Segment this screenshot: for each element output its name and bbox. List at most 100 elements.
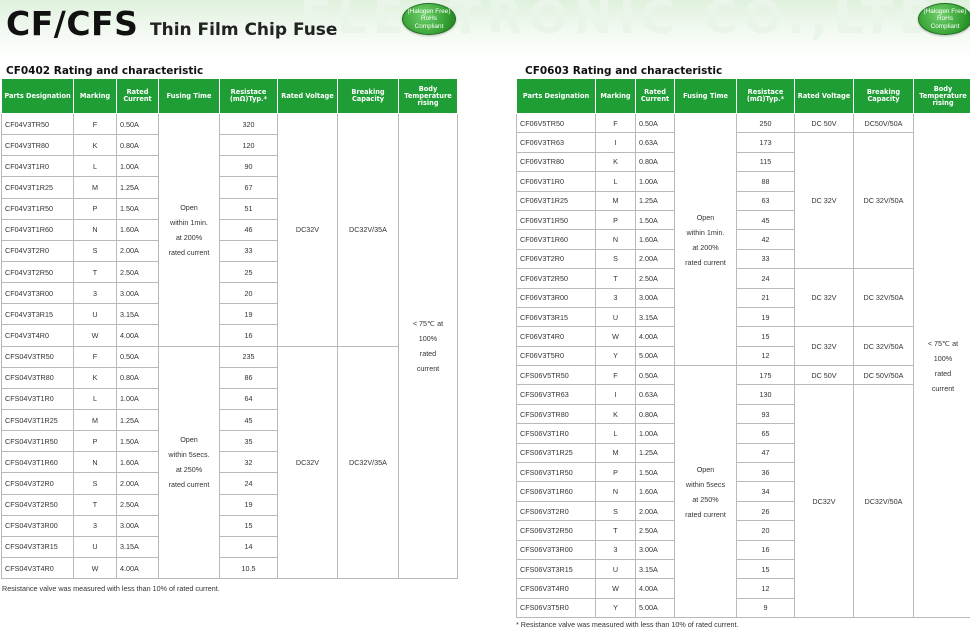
marking-cell: N bbox=[73, 218, 117, 241]
part-designation-cell: CFS04V3T2R50 bbox=[1, 493, 74, 516]
footnote: * Resistance valve was measured with les… bbox=[516, 620, 739, 629]
part-designation-cell: CF06V3T4R0 bbox=[516, 326, 596, 347]
cell-line: 100% bbox=[933, 353, 953, 363]
part-designation-cell: CF06V3T3R15 bbox=[516, 306, 596, 328]
cell-line: within 5secs bbox=[685, 479, 726, 489]
cf0402-table-body: CF04V3TR50 F 0.50A Open within 1min. at 200% r… bbox=[1, 112, 458, 580]
cell-line: Open bbox=[696, 212, 715, 222]
part-designation-cell: CFS06V3TR80 bbox=[516, 403, 596, 425]
fusing-time-cell: Open within 5secs. at 250% rated current bbox=[158, 345, 220, 580]
marking-cell: L bbox=[595, 171, 636, 192]
rated-voltage-cell: DC32V bbox=[794, 384, 854, 619]
column-header: Rated Current bbox=[635, 78, 675, 114]
resistance-cell: 90 bbox=[219, 155, 278, 178]
rohs-badge: (Halogen Free) RoHs Compliant bbox=[402, 3, 456, 35]
cell-line: within 1min. bbox=[686, 227, 725, 237]
rated-current-cell: 1.50A bbox=[635, 462, 675, 483]
part-designation-cell: CFS04V3T4R0 bbox=[1, 556, 74, 580]
badge-line: (Halogen Free) bbox=[923, 7, 967, 15]
marking-cell: M bbox=[595, 190, 636, 211]
marking-cell: T bbox=[73, 493, 117, 516]
marking-cell: P bbox=[73, 197, 117, 220]
column-header: Fusing Time bbox=[674, 78, 737, 114]
marking-cell: S bbox=[595, 248, 636, 270]
rated-current-cell: 1.60A bbox=[635, 481, 675, 502]
resistance-cell: 15 bbox=[736, 558, 795, 580]
resistance-cell: 250 bbox=[736, 112, 795, 134]
marking-cell: N bbox=[73, 451, 117, 474]
product-subtitle: Thin Film Chip Fuse bbox=[150, 20, 338, 40]
part-designation-cell: CFS04V3TR50 bbox=[1, 345, 74, 368]
marking-cell: T bbox=[595, 520, 636, 541]
marking-cell: U bbox=[595, 558, 636, 580]
resistance-cell: 20 bbox=[736, 520, 795, 541]
cell-line: current bbox=[931, 383, 955, 393]
part-designation-cell: CF04V3T3R00 bbox=[1, 282, 74, 305]
resistance-cell: 19 bbox=[219, 493, 278, 516]
part-designation-cell: CF06V5TR50 bbox=[516, 112, 596, 134]
table-row: CF06V3TR63 I 0.63A 173 DC 32V DC 32V/50A bbox=[516, 132, 970, 270]
part-designation-cell: CFS04V3T3R15 bbox=[1, 535, 74, 558]
table-row: CF06V3T2R50 T 2.50A 24 DC 32V DC 32V/50A bbox=[516, 268, 970, 328]
marking-cell: F bbox=[73, 345, 117, 368]
resistance-cell: 16 bbox=[219, 324, 278, 347]
part-designation-cell: CF06V3T5R0 bbox=[516, 345, 596, 367]
series-title: CF/CFS bbox=[6, 4, 139, 43]
resistance-cell: 10.5 bbox=[219, 556, 278, 580]
breaking-capacity-cell: DC 50V/50A bbox=[853, 365, 914, 386]
resistance-cell: 14 bbox=[219, 535, 278, 558]
rated-current-cell: 0.50A bbox=[116, 112, 159, 136]
resistance-cell: 21 bbox=[736, 287, 795, 308]
part-designation-cell: CF06V3T3R00 bbox=[516, 287, 596, 308]
part-designation-cell: CF06V3TR63 bbox=[516, 132, 596, 153]
rated-current-cell: 1.60A bbox=[116, 218, 159, 241]
part-designation-cell: CFS06V3T2R0 bbox=[516, 500, 596, 522]
resistance-cell: 88 bbox=[736, 171, 795, 192]
part-designation-cell: CFS04V3T1R60 bbox=[1, 451, 74, 474]
rated-current-cell: 0.50A bbox=[635, 365, 675, 386]
rated-current-cell: 3.00A bbox=[635, 539, 675, 560]
cell-line: rated current bbox=[685, 257, 726, 267]
rated-current-cell: 5.00A bbox=[635, 345, 675, 367]
table-row: CF04V3TR50 F 0.50A Open within 1min. at 200% r… bbox=[1, 112, 458, 580]
cell-line: Open bbox=[180, 435, 198, 445]
marking-cell: F bbox=[595, 112, 636, 134]
rated-current-cell: 1.50A bbox=[116, 430, 159, 453]
part-designation-cell: CF04V3T1R60 bbox=[1, 218, 74, 241]
part-designation-cell: CFS06V5TR50 bbox=[516, 365, 596, 386]
column-header: Body Temperature rising bbox=[913, 78, 970, 114]
rated-current-cell: 2.50A bbox=[116, 260, 159, 284]
resistance-cell: 36 bbox=[736, 462, 795, 483]
resistance-cell: 34 bbox=[736, 481, 795, 502]
marking-cell: L bbox=[73, 387, 117, 410]
rated-current-cell: 4.00A bbox=[635, 578, 675, 599]
marking-cell: L bbox=[595, 423, 636, 444]
resistance-cell: 42 bbox=[736, 229, 795, 250]
cf0603-section-title: CF0603 Rating and characteristic bbox=[525, 65, 723, 77]
resistance-cell: 20 bbox=[219, 282, 278, 305]
resistance-cell: 46 bbox=[219, 218, 278, 241]
marking-cell: M bbox=[595, 442, 636, 464]
column-header: Marking bbox=[595, 78, 636, 114]
part-designation-cell: CFS06V3T1R25 bbox=[516, 442, 596, 464]
column-header: Fusing Time bbox=[158, 78, 220, 114]
marking-cell: 3 bbox=[73, 514, 117, 537]
cell-line: rated current bbox=[168, 480, 210, 490]
part-designation-cell: CFS04V3TR80 bbox=[1, 366, 74, 389]
resistance-cell: 45 bbox=[736, 209, 795, 231]
rated-current-cell: 3.15A bbox=[635, 558, 675, 580]
badge-line: Compliant bbox=[414, 22, 444, 30]
marking-cell: I bbox=[595, 384, 636, 405]
table-row: CF06V3T4R0 W 4.00A 15 DC 32V DC 32V/50A bbox=[516, 326, 970, 367]
marking-cell: L bbox=[73, 155, 117, 178]
rated-voltage-cell: DC32V bbox=[277, 345, 338, 580]
rated-current-cell: 4.00A bbox=[635, 326, 675, 347]
marking-cell: T bbox=[595, 268, 636, 289]
marking-cell: S bbox=[595, 500, 636, 522]
part-designation-cell: CFS04V3T1R0 bbox=[1, 387, 74, 410]
rated-current-cell: 1.25A bbox=[116, 176, 159, 199]
rated-voltage-cell: DC32V bbox=[277, 113, 338, 347]
temperature-rise-cell: < 75℃ at 100% rated current bbox=[398, 112, 458, 580]
part-designation-cell: CF04V3T1R25 bbox=[1, 176, 74, 199]
resistance-cell: 16 bbox=[736, 539, 795, 560]
